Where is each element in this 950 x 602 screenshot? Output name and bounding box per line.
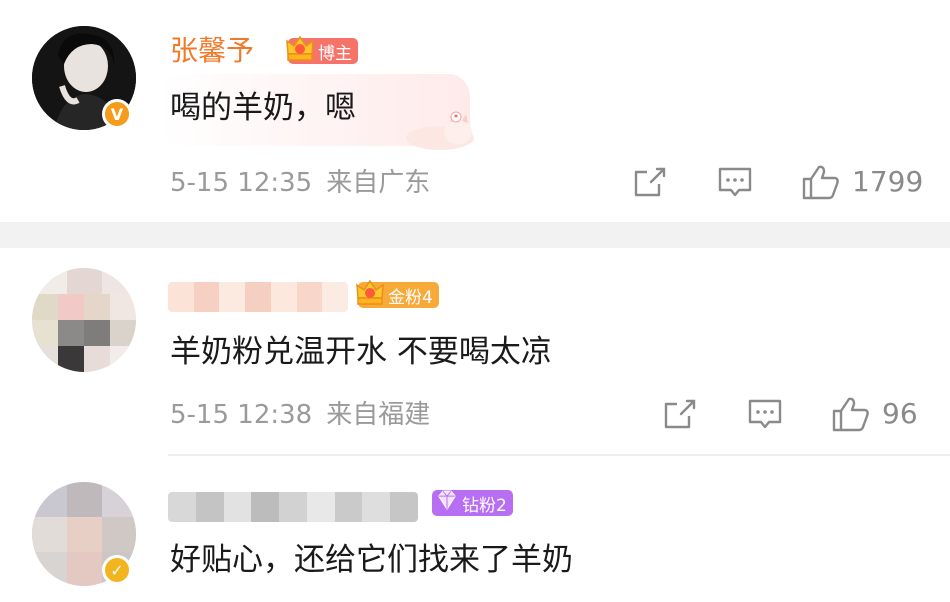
comment-item: ✓ 钻粉2 好贴心，还给它们找来了羊奶 [0, 456, 950, 602]
avatar[interactable] [32, 268, 136, 372]
share-icon [634, 167, 666, 197]
comment-item: 金粉4 羊奶粉兑温开水 不要喝太凉 5-15 12:38 来自福建 96 [0, 248, 950, 456]
share-button[interactable] [633, 166, 667, 198]
reply-button[interactable] [748, 398, 782, 430]
comment-meta: 5-15 12:38 来自福建 [170, 398, 430, 432]
fan-badge[interactable]: 钻粉2 [432, 490, 513, 516]
reply-button[interactable] [718, 166, 752, 198]
comment-text: 好贴心，还给它们找来了羊奶 [170, 542, 573, 578]
comment-date: 5-15 12:35 [170, 168, 313, 198]
share-button[interactable] [663, 398, 697, 430]
comment-author-name-blurred[interactable] [168, 492, 418, 522]
cat-sticker-icon [406, 111, 474, 150]
thumbs-up-icon [802, 165, 839, 200]
section-separator [0, 222, 950, 248]
comment-icon [748, 399, 782, 429]
like-count: 1799 [852, 165, 924, 198]
comment-icon [718, 167, 752, 197]
comment-date: 5-15 12:38 [170, 400, 313, 430]
like-button[interactable]: 1799 [802, 164, 923, 200]
badge-label: 钻粉2 [462, 495, 507, 516]
comment-author-name-blurred[interactable] [168, 282, 348, 312]
comment-item: V 张馨予 博主 喝的羊奶，嗯 5-15 12:35 来自广东 1799 [0, 0, 950, 222]
crown-icon [286, 35, 314, 61]
comment-text: 喝的羊奶，嗯 [170, 90, 356, 126]
fan-badge[interactable]: 金粉4 [356, 279, 439, 308]
comment-author-name[interactable]: 张馨予 [170, 33, 254, 69]
thumbs-up-icon [832, 397, 869, 432]
fan-badge[interactable]: 博主 [286, 35, 358, 64]
like-count: 96 [882, 397, 918, 430]
crown-icon [356, 279, 384, 305]
comment-text: 羊奶粉兑温开水 不要喝太凉 [170, 334, 552, 370]
diamond-icon [438, 490, 456, 510]
comment-location: 来自福建 [326, 400, 431, 430]
badge-label: 金粉4 [388, 287, 433, 308]
avatar-blurred-image [32, 268, 136, 372]
badge-label: 博主 [318, 43, 352, 64]
like-button[interactable]: 96 [832, 396, 918, 432]
verified-badge-icon: ✓ [102, 555, 132, 585]
comment-meta: 5-15 12:35 来自广东 [170, 166, 430, 200]
verified-badge-icon: V [102, 99, 132, 129]
share-icon [664, 399, 696, 429]
comment-location: 来自广东 [326, 168, 431, 198]
